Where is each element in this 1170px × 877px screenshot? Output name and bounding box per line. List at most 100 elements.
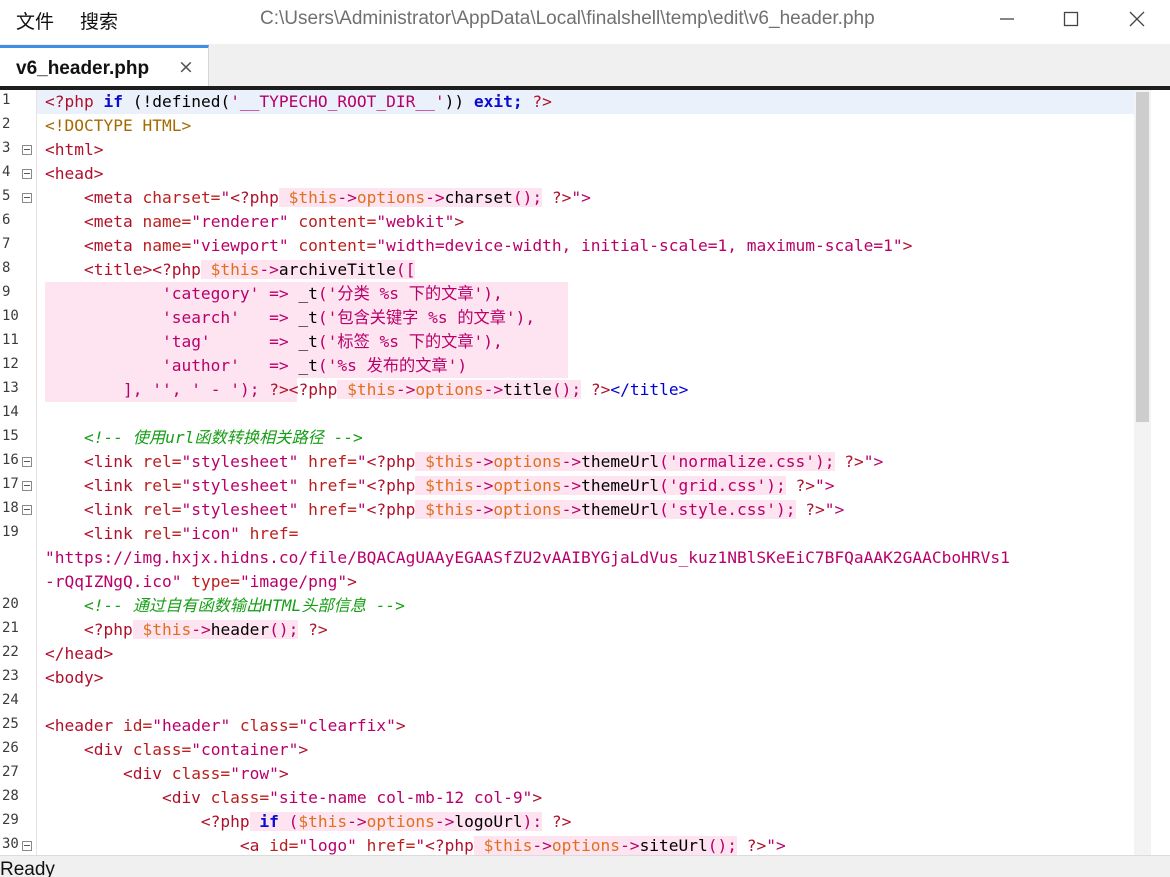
code-line: 24: [0, 690, 1134, 714]
line-number: 8: [2, 260, 11, 276]
code-line: 16 <link rel="stylesheet" href="<?php $t…: [0, 450, 1134, 474]
code-text[interactable]: <?php $this->header(); ?>: [45, 618, 328, 642]
code-line-wrap: -rQqIZNgQ.ico" type="image/png">: [0, 570, 1134, 594]
minimize-icon: [1000, 18, 1014, 20]
code-line: 29 <?php if ($this->options->logoUrl): ?…: [0, 810, 1134, 834]
code-text[interactable]: 'tag' => _t('标签 %s 下的文章'),: [45, 330, 503, 354]
fold-icon[interactable]: [22, 145, 32, 155]
code-line: 7 <meta name="viewport" content="width=d…: [0, 234, 1134, 258]
code-text[interactable]: <body>: [45, 666, 103, 690]
code-line: 27 <div class="row">: [0, 762, 1134, 786]
line-number: 10: [2, 308, 19, 324]
code-line: 9 'category' => _t('分类 %s 下的文章'),: [0, 282, 1134, 306]
line-number: 14: [2, 404, 19, 420]
line-number: 26: [2, 740, 19, 756]
line-number: 17: [2, 476, 19, 492]
menu-search[interactable]: 搜索: [80, 7, 118, 34]
code-line: 12 'author' => _t('%s 发布的文章'): [0, 354, 1134, 378]
line-number: 13: [2, 380, 19, 396]
window-title: C:\Users\Administrator\AppData\Local\fin…: [260, 8, 875, 29]
code-text[interactable]: <link rel="icon" href=: [45, 522, 298, 546]
code-line: 15 <!-- 使用url函数转换相关路径 -->: [0, 426, 1134, 450]
code-text[interactable]: <html>: [45, 138, 103, 162]
code-line: 14: [0, 402, 1134, 426]
minimize-button[interactable]: [987, 4, 1027, 34]
code-line: 25 <header id="header" class="clearfix">: [0, 714, 1134, 738]
menu-file[interactable]: 文件: [16, 7, 54, 34]
line-number: 28: [2, 788, 19, 804]
code-text[interactable]: 'category' => _t('分类 %s 下的文章'),: [45, 282, 503, 306]
line-number: 27: [2, 764, 19, 780]
code-text[interactable]: <link rel="stylesheet" href="<?php $this…: [45, 498, 844, 522]
code-line: 13 ], '', ' - '); ?><?php $this->options…: [0, 378, 1134, 402]
fold-icon[interactable]: [22, 457, 32, 467]
code-text[interactable]: <?php if (!defined('__TYPECHO_ROOT_DIR__…: [45, 90, 552, 114]
code-line: 26 <div class="container">: [0, 738, 1134, 762]
line-number: 24: [2, 692, 19, 708]
code-line: 18 <link rel="stylesheet" href="<?php $t…: [0, 498, 1134, 522]
maximize-icon: [1063, 11, 1079, 27]
code-line-wrap: "https://img.hxjx.hidns.co/file/BQACAgUA…: [0, 546, 1134, 570]
line-number: 22: [2, 644, 19, 660]
code-text[interactable]: <div class="container">: [45, 738, 308, 762]
line-number: 11: [2, 332, 19, 348]
code-line: 6 <meta name="renderer" content="webkit"…: [0, 210, 1134, 234]
line-number: 16: [2, 452, 19, 468]
code-line: 23 <body>: [0, 666, 1134, 690]
code-line: 22 </head>: [0, 642, 1134, 666]
code-line: 17 <link rel="stylesheet" href="<?php $t…: [0, 474, 1134, 498]
status-bar: Ready: [0, 855, 1170, 877]
line-number: 29: [2, 812, 19, 828]
maximize-button[interactable]: [1051, 4, 1091, 34]
code-text[interactable]: <meta name="renderer" content="webkit">: [45, 210, 464, 234]
code-lines: 1 <?php if (!defined('__TYPECHO_ROOT_DIR…: [0, 90, 1134, 855]
code-text[interactable]: <!DOCTYPE HTML>: [45, 114, 191, 138]
code-line: 1 <?php if (!defined('__TYPECHO_ROOT_DIR…: [0, 90, 1134, 114]
code-text[interactable]: <div class="row">: [45, 762, 289, 786]
tab-close-icon[interactable]: ×: [178, 57, 194, 77]
code-text[interactable]: <header id="header" class="clearfix">: [45, 714, 406, 738]
code-line: 4 <head>: [0, 162, 1134, 186]
line-number: 1: [2, 92, 11, 108]
code-text[interactable]: </head>: [45, 642, 113, 666]
tab-v6-header[interactable]: v6_header.php ×: [0, 45, 209, 87]
code-text[interactable]: 'search' => _t('包含关键字 %s 的文章'),: [45, 306, 535, 330]
close-window-button[interactable]: [1117, 4, 1157, 34]
code-text[interactable]: <a id="logo" href="<?php $this->options-…: [45, 834, 786, 855]
close-icon: [1129, 11, 1145, 27]
line-number: 12: [2, 356, 19, 372]
line-number: 7: [2, 236, 11, 252]
code-text[interactable]: -rQqIZNgQ.ico" type="image/png">: [45, 570, 357, 594]
vertical-scrollbar[interactable]: [1134, 90, 1151, 855]
scrollbar-thumb[interactable]: [1136, 92, 1149, 422]
code-text[interactable]: <link rel="stylesheet" href="<?php $this…: [45, 450, 883, 474]
code-comment[interactable]: <!-- 使用url函数转换相关路径 -->: [45, 426, 363, 450]
fold-icon[interactable]: [22, 841, 32, 851]
code-editor[interactable]: 1 <?php if (!defined('__TYPECHO_ROOT_DIR…: [0, 90, 1170, 855]
line-number: 23: [2, 668, 19, 684]
code-line: 19 <link rel="icon" href=: [0, 522, 1134, 546]
code-text[interactable]: "https://img.hxjx.hidns.co/file/BQACAgUA…: [45, 546, 1010, 570]
code-line: 28 <div class="site-name col-mb-12 col-9…: [0, 786, 1134, 810]
code-text[interactable]: 'author' => _t('%s 发布的文章'): [45, 354, 467, 378]
line-number: 20: [2, 596, 19, 612]
fold-icon[interactable]: [22, 505, 32, 515]
code-text[interactable]: <meta charset="<?php $this->options->cha…: [45, 186, 591, 210]
fold-icon[interactable]: [22, 169, 32, 179]
line-number: 15: [2, 428, 19, 444]
code-text[interactable]: <title><?php $this->archiveTitle([: [45, 258, 416, 282]
code-text[interactable]: <?php if ($this->options->logoUrl): ?>: [45, 810, 571, 834]
line-number: 9: [2, 284, 11, 300]
title-bar: 文件 搜索 C:\Users\Administrator\AppData\Loc…: [0, 0, 1170, 44]
fold-icon[interactable]: [22, 193, 32, 203]
line-number: 2: [2, 116, 11, 132]
code-text[interactable]: <head>: [45, 162, 103, 186]
code-comment[interactable]: <!-- 通过自有函数输出HTML头部信息 -->: [45, 594, 405, 618]
code-text[interactable]: <link rel="stylesheet" href="<?php $this…: [45, 474, 835, 498]
code-line: 3 <html>: [0, 138, 1134, 162]
code-text[interactable]: ], '', ' - '); ?><?php $this->options->t…: [45, 378, 688, 402]
code-line: 2 <!DOCTYPE HTML>: [0, 114, 1134, 138]
code-text[interactable]: <div class="site-name col-mb-12 col-9">: [45, 786, 542, 810]
code-text[interactable]: <meta name="viewport" content="width=dev…: [45, 234, 912, 258]
fold-icon[interactable]: [22, 481, 32, 491]
